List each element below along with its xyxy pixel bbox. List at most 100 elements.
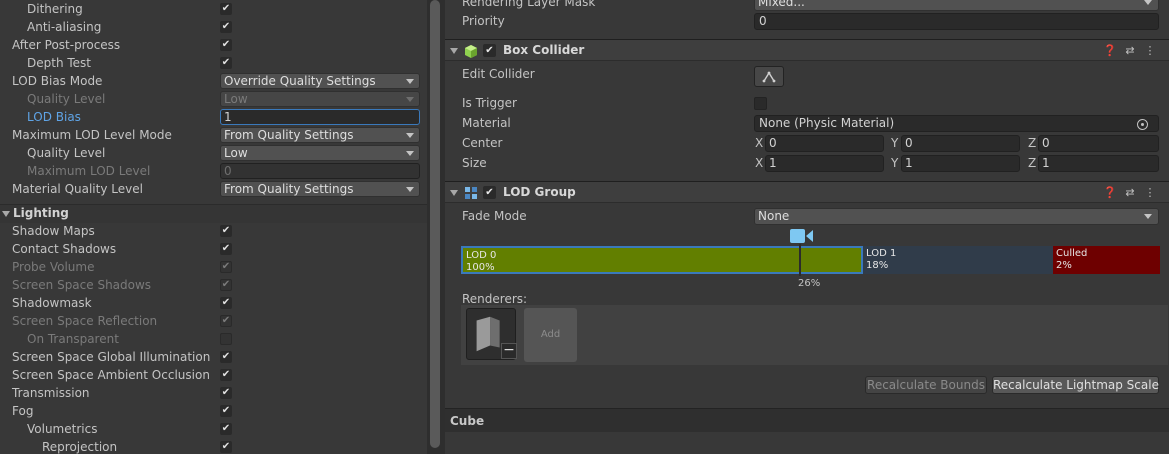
lod-bias-mode-dropdown[interactable]: Override Quality Settings	[220, 73, 420, 89]
field-label: LOD Bias Mode	[12, 74, 103, 88]
help-icon[interactable]: ❓	[1103, 185, 1117, 201]
is-trigger-checkbox[interactable]	[754, 97, 767, 110]
axis-z-label: Z	[1028, 136, 1037, 150]
lod-percent: 18%	[866, 260, 889, 271]
volumetrics-row: Volumetrics ✔	[0, 420, 427, 438]
center-z-field[interactable]: 0	[1038, 135, 1159, 152]
box-collider-icon	[465, 45, 477, 58]
presets-icon[interactable]: ⇄	[1123, 185, 1137, 201]
edit-collider-button[interactable]	[754, 66, 784, 87]
lod-bar[interactable]: LOD 0 100% LOD 1 18% Culled 2%	[461, 246, 1160, 274]
object-name-label: Cube	[450, 414, 485, 428]
screen-space-shadows-row: Screen Space Shadows ✔	[0, 276, 427, 294]
recalculate-lightmap-scale-button[interactable]: Recalculate Lightmap Scale	[992, 376, 1159, 394]
more-options-icon[interactable]: ⋮	[1143, 43, 1157, 59]
add-renderer-button[interactable]: Add	[524, 308, 577, 362]
material-quality-level-dropdown[interactable]: From Quality Settings	[220, 181, 420, 197]
transmission-checkbox[interactable]: ✔	[220, 387, 232, 399]
shadow-maps-checkbox[interactable]: ✔	[220, 225, 232, 237]
foldout-arrow-icon[interactable]	[2, 211, 10, 217]
fog-checkbox[interactable]: ✔	[220, 405, 232, 417]
maximum-lod-level-mode-dropdown[interactable]: From Quality Settings	[220, 127, 420, 143]
on-transparent-checkbox	[220, 333, 232, 345]
screen-space-ambient-occlusion-row: Screen Space Ambient Occlusion ✔	[0, 366, 427, 384]
chevron-down-icon	[406, 151, 414, 156]
axis-z-label: Z	[1028, 156, 1037, 170]
screen-space-global-illumination-checkbox[interactable]: ✔	[220, 351, 232, 363]
dithering-checkbox[interactable]: ✔	[220, 3, 232, 15]
dropdown-value: From Quality Settings	[224, 182, 354, 196]
screen-space-global-illumination-row: Screen Space Global Illumination ✔	[0, 348, 427, 366]
foldout-arrow-icon[interactable]	[450, 48, 458, 54]
center-x-field[interactable]: 0	[765, 135, 884, 152]
lod-group-header[interactable]: ✔ LOD Group ❓ ⇄ ⋮	[445, 181, 1169, 203]
fade-mode-dropdown[interactable]: None	[754, 208, 1159, 225]
component-title: Box Collider	[503, 43, 585, 57]
field-label: On Transparent	[27, 332, 119, 346]
field-label: Contact Shadows	[12, 242, 117, 256]
chevron-down-icon	[406, 79, 414, 84]
field-label: Screen Space Reflection	[12, 314, 158, 328]
lod-segment-0[interactable]: LOD 0 100%	[461, 246, 863, 274]
after-post-process-row: After Post-process ✔	[0, 36, 427, 54]
object-picker-icon[interactable]	[1137, 119, 1148, 130]
field-label: Volumetrics	[27, 422, 98, 436]
size-y-field[interactable]: 1	[901, 155, 1020, 172]
rendering-layer-mask-dropdown[interactable]: Mixed...	[754, 0, 1159, 11]
quality-level-dropdown[interactable]: Low	[220, 145, 420, 161]
component-enabled-checkbox[interactable]: ✔	[483, 186, 496, 199]
lod-percent: 2%	[1056, 260, 1072, 271]
shadow-maps-row: Shadow Maps ✔	[0, 222, 427, 240]
on-transparent-row: On Transparent	[0, 330, 427, 348]
size-z-field[interactable]: 1	[1038, 155, 1159, 172]
chevron-down-icon	[406, 187, 414, 192]
after-post-process-checkbox[interactable]: ✔	[220, 39, 232, 51]
recalculate-bounds-button[interactable]: Recalculate Bounds	[865, 376, 987, 394]
more-options-icon[interactable]: ⋮	[1143, 185, 1157, 201]
contact-shadows-checkbox[interactable]: ✔	[220, 243, 232, 255]
field-label: Depth Test	[27, 56, 91, 70]
remove-renderer-button[interactable]: −	[501, 343, 517, 359]
field-label: Dithering	[27, 2, 83, 16]
size-x-field[interactable]: 1	[765, 155, 884, 172]
field-value: None (Physic Material)	[759, 116, 895, 130]
screen-space-ambient-occlusion-checkbox[interactable]: ✔	[220, 369, 232, 381]
lod-bias-row: LOD Bias 1	[0, 108, 427, 126]
maximum-lod-level-row: Maximum LOD Level 0	[0, 162, 427, 180]
field-label: Edit Collider	[462, 67, 535, 81]
priority-field[interactable]: 0	[754, 13, 1159, 30]
depth-test-checkbox[interactable]: ✔	[220, 57, 232, 69]
center-y-field[interactable]: 0	[901, 135, 1020, 152]
presets-icon[interactable]: ⇄	[1123, 43, 1137, 59]
left-scrollbar[interactable]	[430, 0, 440, 448]
foldout-arrow-icon[interactable]	[450, 190, 458, 196]
volumetrics-checkbox[interactable]: ✔	[220, 423, 232, 435]
inspector-panel: Rendering Layer Mask Mixed... Priority 0…	[445, 0, 1169, 454]
lod-bias-mode-row: LOD Bias Mode Override Quality Settings	[0, 72, 427, 90]
lod-segment-1[interactable]: LOD 1 18%	[863, 246, 1053, 274]
reprojection-checkbox[interactable]: ✔	[220, 441, 232, 453]
lod-segment-culled[interactable]: Culled 2%	[1053, 246, 1160, 274]
contact-shadows-row: Contact Shadows ✔	[0, 240, 427, 258]
material-object-field[interactable]: None (Physic Material)	[754, 115, 1159, 132]
chevron-down-icon	[1144, 0, 1152, 5]
box-collider-header[interactable]: ✔ Box Collider ❓ ⇄ ⋮	[445, 39, 1169, 61]
field-label: Fog	[12, 404, 34, 418]
field-label: Fade Mode	[462, 209, 527, 223]
component-enabled-checkbox[interactable]: ✔	[483, 44, 496, 57]
anti-aliasing-checkbox[interactable]: ✔	[220, 21, 232, 33]
edit-collider-icon	[762, 71, 776, 83]
lod-camera-icon[interactable]	[790, 228, 814, 244]
field-label: Quality Level	[27, 146, 106, 160]
lod-bias-field[interactable]: 1	[220, 109, 420, 125]
lighting-section-header[interactable]: Lighting	[0, 204, 427, 223]
field-label: Screen Space Global Illumination	[12, 350, 211, 364]
axis-y-label: Y	[891, 136, 899, 150]
field-label: Maximum LOD Level Mode	[12, 128, 172, 142]
field-label: Shadowmask	[12, 296, 92, 310]
frame-settings-panel: Dithering ✔ Anti-aliasing ✔ After Post-proce…	[0, 0, 427, 454]
axis-y-label: Y	[891, 156, 899, 170]
field-label: Maximum LOD Level	[27, 164, 151, 178]
shadowmask-checkbox[interactable]: ✔	[220, 297, 232, 309]
help-icon[interactable]: ❓	[1103, 43, 1117, 59]
